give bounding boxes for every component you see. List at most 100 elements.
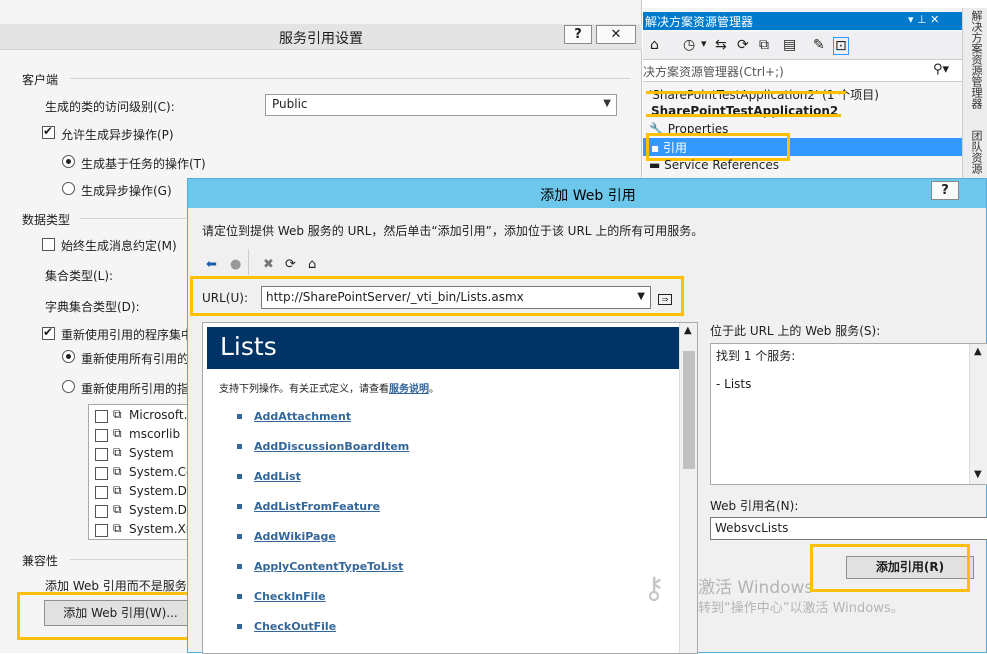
search-icon: ⚲▾ [933, 62, 950, 77]
scroll-thumb[interactable] [683, 351, 695, 469]
home-icon[interactable]: ⌂ [308, 257, 316, 272]
watermark-line1: 激活 Windows [698, 578, 814, 598]
forward-icon[interactable]: ● [230, 257, 241, 272]
dict-collection-type-label: 字典集合类型(D): [45, 300, 140, 314]
chevron-up-icon[interactable]: ▲ [974, 346, 982, 357]
client-section-label: 客户端 [22, 73, 59, 87]
highlight-box [17, 592, 210, 640]
se-toolbar: ⌂ ◷ ▾ ⇆ ⟳ ⧉ ▤ ✎ ⊡ [643, 32, 963, 60]
assembly-icon: ⧉ [113, 426, 122, 440]
operation-link[interactable]: CheckOutFile [254, 620, 336, 633]
add-web-reference-dialog: 添加 Web 引用 ? 请定位到提供 Web 服务的 URL，然后单击“添加引用… [187, 178, 987, 654]
services-found-text: 找到 1 个服务: [716, 349, 796, 363]
help-button[interactable]: ? [931, 181, 959, 200]
services-label: 位于此 URL 上的 Web 服务(S): [710, 324, 881, 338]
sync-icon[interactable]: ⇆ [715, 37, 727, 53]
pin-close-icon[interactable]: ▾ ⊥ ✕ [908, 13, 939, 26]
browser-banner: Lists [207, 327, 679, 369]
data-type-section-label: 数据类型 [22, 213, 71, 227]
se-search-placeholder: 决方案资源管理器(Ctrl+;) [643, 65, 784, 79]
home-icon[interactable]: ⌂ [650, 37, 659, 53]
service-description: 支持下列操作。有关正式定义，请查看服务说明。 [219, 384, 439, 395]
services-scrollbar[interactable]: ▲ ▼ [969, 344, 987, 484]
separator [70, 78, 630, 79]
side-tab-team[interactable]: 团队资源 [968, 130, 984, 174]
chevron-down-icon[interactable]: ▾ [701, 37, 707, 50]
bullet-icon [237, 504, 242, 509]
se-title: 解决方案资源管理器 [645, 15, 754, 29]
async-label: 生成异步操作(G) [81, 184, 172, 198]
services-box: 找到 1 个服务: - Lists ▲ ▼ [710, 343, 987, 485]
folder-icon: ▬ [649, 158, 661, 172]
assembly-list[interactable]: ⧉ Microsoft. ⧉ mscorlib ⧉ System ⧉ System.Co… [88, 404, 198, 540]
browser-view: Lists 支持下列操作。有关正式定义，请查看服务说明。 AddAttachme… [202, 322, 698, 654]
service-description-link[interactable]: 服务说明 [389, 384, 429, 395]
collection-type-label: 集合类型(L): [45, 269, 114, 283]
bullet-icon [237, 564, 242, 569]
chevron-up-icon[interactable]: ▲ [684, 325, 692, 336]
separator [80, 218, 186, 219]
stop-icon[interactable]: ✖ [263, 257, 274, 272]
assembly-icon: ⧉ [113, 483, 122, 497]
operation-link[interactable]: ApplyContentTypeToList [254, 560, 403, 573]
show-all-icon[interactable]: ▤ [783, 37, 796, 53]
async-ops-label: 允许生成异步操作(P) [61, 128, 174, 142]
compat-section-label: 兼容性 [22, 554, 59, 568]
watermark-line2: 转到“操作中心”以激活 Windows。 [698, 601, 904, 616]
operation-link[interactable]: AddListFromFeature [254, 500, 380, 513]
assembly-icon: ⧉ [113, 521, 122, 535]
highlight-box [646, 107, 841, 117]
bullet-icon [237, 444, 242, 449]
async-ops-checkbox[interactable] [42, 124, 55, 139]
operation-link[interactable]: AddDiscussionBoardItem [254, 440, 409, 453]
reuse-specified-label: 重新使用所引用的指 [81, 382, 190, 396]
access-level-label: 生成的类的访问级别(C): [45, 100, 175, 114]
wrench-icon[interactable]: ✎ [813, 37, 825, 53]
chevron-down-icon[interactable]: ▼ [974, 469, 982, 480]
browser-scrollbar[interactable]: ▲ [679, 323, 697, 653]
chevron-down-icon: ▼ [603, 98, 611, 109]
async-radio[interactable] [62, 182, 75, 195]
collapse-icon[interactable]: ⧉ [759, 37, 769, 53]
ref-name-input[interactable]: WebsvcLists [710, 517, 987, 540]
separator [248, 249, 249, 275]
reuse-types-checkbox[interactable] [42, 325, 55, 340]
task-based-radio[interactable] [62, 155, 75, 168]
reuse-specified-radio[interactable] [62, 380, 75, 393]
bullet-icon [237, 414, 242, 419]
tree-item-service-references[interactable]: ▬ Service References [649, 158, 779, 172]
history-icon[interactable]: ◷ [683, 37, 695, 53]
bullet-icon [237, 474, 242, 479]
awr-titlebar: 添加 Web 引用 ? [188, 179, 986, 208]
close-button[interactable]: ✕ [596, 25, 636, 44]
operation-link[interactable]: AddAttachment [254, 410, 351, 423]
side-tab-solution[interactable]: 解决方案资源管理器 [968, 10, 984, 109]
assembly-icon: ⧉ [113, 445, 122, 459]
assembly-icon: ⧉ [113, 464, 122, 478]
operation-link[interactable]: CheckInFile [254, 590, 326, 603]
preview-icon[interactable]: ⊡ [833, 37, 849, 55]
always-gen-checkbox[interactable] [42, 238, 55, 251]
access-level-select[interactable]: Public ▼ [265, 94, 617, 116]
tree-item-label: Service References [664, 158, 780, 172]
awr-title: 添加 Web 引用 [540, 188, 636, 204]
bullet-icon [237, 534, 242, 539]
help-button[interactable]: ? [564, 25, 592, 44]
separator [70, 559, 186, 560]
always-gen-label: 始终生成消息约定(M) [61, 239, 177, 253]
refresh-icon[interactable]: ⟳ [285, 257, 296, 272]
ref-name-label: Web 引用名(N): [710, 499, 799, 513]
se-search[interactable]: 决方案资源管理器(Ctrl+;) ⚲▾ [643, 60, 963, 82]
srs-titlebar: 服务引用设置 ? ✕ [0, 24, 642, 50]
highlight-box [810, 544, 970, 592]
back-icon[interactable]: ⬅ [206, 257, 217, 272]
instruction-text: 请定位到提供 Web 服务的 URL，然后单击“添加引用”，添加位于该 URL … [202, 224, 704, 238]
srs-title: 服务引用设置 [279, 31, 363, 47]
side-tabs: 解决方案资源管理器 团队资源 [962, 8, 987, 188]
bullet-icon [237, 594, 242, 599]
operation-link[interactable]: AddWikiPage [254, 530, 336, 543]
reuse-all-radio[interactable] [62, 350, 75, 363]
assembly-icon: ⧉ [113, 502, 122, 516]
refresh-icon[interactable]: ⟳ [737, 37, 749, 53]
operation-link[interactable]: AddList [254, 470, 301, 483]
